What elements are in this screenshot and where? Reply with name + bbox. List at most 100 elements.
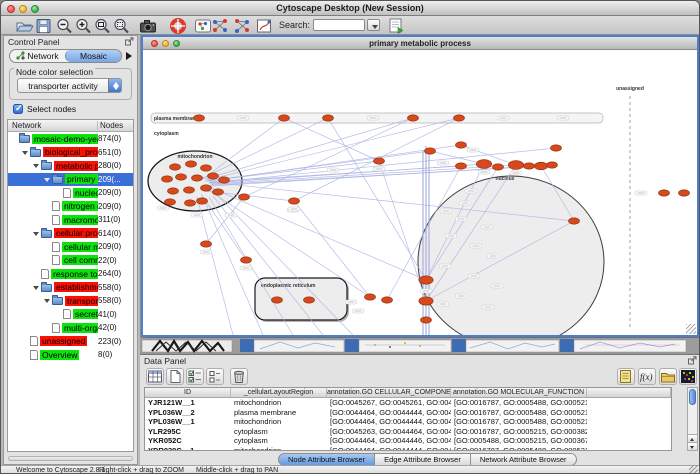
attribute-table-scrollbar[interactable]	[687, 387, 698, 451]
folder-icon	[52, 176, 63, 184]
zoom-in-icon[interactable]	[74, 17, 94, 34]
layout-nodes-b-icon[interactable]	[232, 17, 252, 34]
table-row[interactable]: YJR121W__1mitochondrion[GO:0045267, GO:0…	[145, 398, 671, 408]
graph-node	[551, 145, 562, 151]
scroll-down-icon[interactable]	[688, 442, 697, 450]
table-row[interactable]: YPL036W__1mitochondrion[GO:0044464, GO:0…	[145, 417, 671, 427]
tree-node-label: secretion	[73, 309, 98, 319]
data-panel-float-icon[interactable]	[688, 356, 697, 367]
tree-row[interactable]: transport558(0)	[8, 294, 133, 308]
tree-expander-icon[interactable]	[33, 281, 41, 295]
tree-expander-icon[interactable]	[33, 159, 41, 173]
table-column-header[interactable]: annotation.GO MOLECULAR_FUNCTION	[451, 388, 587, 397]
help-ring-icon[interactable]	[168, 17, 188, 34]
tree-indent	[8, 165, 33, 166]
new-attribute-icon[interactable]	[166, 368, 184, 385]
tree-row[interactable]: metabolic process280(0)	[8, 159, 133, 173]
network-window-titlebar[interactable]: primary metabolic process	[143, 37, 697, 50]
tab-edge-attribute-browser[interactable]: Edge Attribute Browser	[375, 453, 471, 465]
snapshot-camera-icon[interactable]	[138, 17, 158, 34]
tree-expander-icon[interactable]	[33, 227, 41, 241]
zoom-out-icon[interactable]	[55, 17, 75, 34]
tree-node-label: transport	[65, 296, 98, 306]
tree-node-label: cell communicat	[62, 255, 98, 265]
tree-expander-icon[interactable]	[44, 173, 52, 187]
table-column-header[interactable]: annotation.GO CELLULAR_COMPONENT	[327, 388, 451, 397]
import-table-icon[interactable]	[386, 17, 406, 34]
tree-row[interactable]: cellular process614(0)	[8, 227, 133, 241]
tree-indent	[8, 287, 33, 288]
graph-node	[162, 176, 173, 182]
tree-row[interactable]: multi-organism pro42(0)	[8, 321, 133, 335]
main-toolbar: Search:	[1, 16, 699, 35]
background-windows-strip	[140, 338, 700, 353]
table-column-header[interactable]: _cellularLayoutRegion	[231, 388, 327, 397]
tree-row[interactable]: response to stimulu264(0)	[8, 267, 133, 281]
layout-nodes-a-icon[interactable]	[210, 17, 230, 34]
load-attribute-file-icon[interactable]	[659, 368, 677, 385]
tab-network-attribute-browser[interactable]: Network Attribute Browser	[471, 453, 577, 465]
tree-row[interactable]: secretion41(0)	[8, 308, 133, 322]
table-cell: YPL036W__1	[145, 417, 231, 426]
tree-row[interactable]: cellular metabo209(0)	[8, 240, 133, 254]
tab-node-attribute-browser[interactable]: Node Attribute Browser	[278, 453, 375, 465]
scrollbar-thumb[interactable]	[689, 389, 696, 405]
vizmapper-icon[interactable]	[255, 17, 275, 34]
tree-row[interactable]: establishment of lo558(0)	[8, 281, 133, 295]
table-column-header[interactable]: ID	[145, 388, 231, 397]
tree-node-label: nitrogen compo	[62, 201, 98, 211]
graph-edge	[203, 118, 284, 179]
tree-expander-icon[interactable]	[44, 294, 52, 308]
float-panel-icon[interactable]	[125, 37, 134, 48]
tree-row[interactable]: Overview8(0)	[8, 348, 133, 362]
graph-node	[425, 148, 436, 154]
attribute-table-icon[interactable]	[146, 368, 164, 385]
open-session-icon[interactable]	[15, 17, 35, 34]
tab-overflow-arrow[interactable]	[126, 52, 132, 60]
tree-row[interactable]: macromolecule311(0)	[8, 213, 133, 227]
table-cell: [GO:0044464, GO:0044444, GO:0044425, G..…	[327, 408, 451, 417]
folder-icon	[41, 162, 52, 170]
search-input[interactable]	[313, 19, 365, 31]
attribute-matrix-icon[interactable]	[679, 368, 697, 385]
network-window-resize-grip[interactable]	[686, 324, 696, 334]
zoom-fit-icon[interactable]	[93, 17, 113, 34]
table-row[interactable]: YPL036W__2plasma membrane[GO:0044464, GO…	[145, 408, 671, 418]
node-color-dropdown[interactable]: transporter activity	[17, 78, 122, 93]
tree-node-label: metabolic process	[54, 161, 98, 171]
network-canvas[interactable]: plasma membranecytoplasmmitochondrionnuc…	[143, 50, 697, 335]
tab-network[interactable]: Network	[10, 50, 65, 62]
tree-row[interactable]: primary metabo209(...	[8, 173, 133, 187]
unselect-attributes-icon[interactable]	[206, 368, 224, 385]
control-panel-title: Control Panel	[8, 37, 60, 47]
tree-row[interactable]: nitrogen compo209(0)	[8, 200, 133, 214]
table-row[interactable]: YKR052Ccytoplasm[GO:0044464, GO:0044446,…	[145, 436, 671, 446]
table-row[interactable]: YLR295Ccytoplasm[GO:0045263, GO:0044464,…	[145, 427, 671, 437]
compartment-label: mitochondrion	[178, 154, 213, 160]
window-resize-grip[interactable]	[689, 465, 698, 474]
tab-mosaic[interactable]: Mosaic	[65, 50, 121, 62]
graph-edge	[203, 197, 263, 335]
control-panel-scroll-track[interactable]	[8, 456, 133, 461]
tree-row[interactable]: biological_process651(0)	[8, 146, 133, 160]
save-session-icon[interactable]	[34, 17, 54, 34]
tree-node-label: response to stimulu	[51, 269, 98, 279]
tree-row[interactable]: nucleobase-209(0)	[8, 186, 133, 200]
import-attributes-icon[interactable]	[617, 368, 635, 385]
network-graph[interactable]: plasma membranecytoplasmmitochondrionnuc…	[143, 50, 697, 335]
select-attributes-icon[interactable]	[186, 368, 204, 385]
table-row[interactable]: YDR039C__1mitochondrion[GO:0044464, GO:0…	[145, 446, 671, 452]
table-cell: [GO:0016787, GO:0005488, GO:0005215, G..…	[451, 398, 587, 407]
zoom-selected-icon[interactable]	[112, 17, 132, 34]
mdi-desktop: primary metabolic process plasma membran…	[140, 35, 700, 465]
tree-row[interactable]: mosaic-demo-yeast874(0)	[8, 132, 133, 146]
select-nodes-checkbox[interactable]	[13, 104, 23, 114]
tree-expander-icon[interactable]	[22, 146, 30, 160]
tree-row[interactable]: cell communicat22(0)	[8, 254, 133, 268]
attribute-formula-icon[interactable]: f(x)	[638, 368, 656, 385]
search-dropdown-arrow[interactable]	[367, 19, 380, 31]
delete-attribute-icon[interactable]	[230, 368, 248, 385]
tree-row[interactable]: unassigned223(0)	[8, 335, 133, 349]
scroll-up-icon[interactable]	[688, 434, 697, 442]
tree-expander-spacer	[44, 321, 52, 335]
